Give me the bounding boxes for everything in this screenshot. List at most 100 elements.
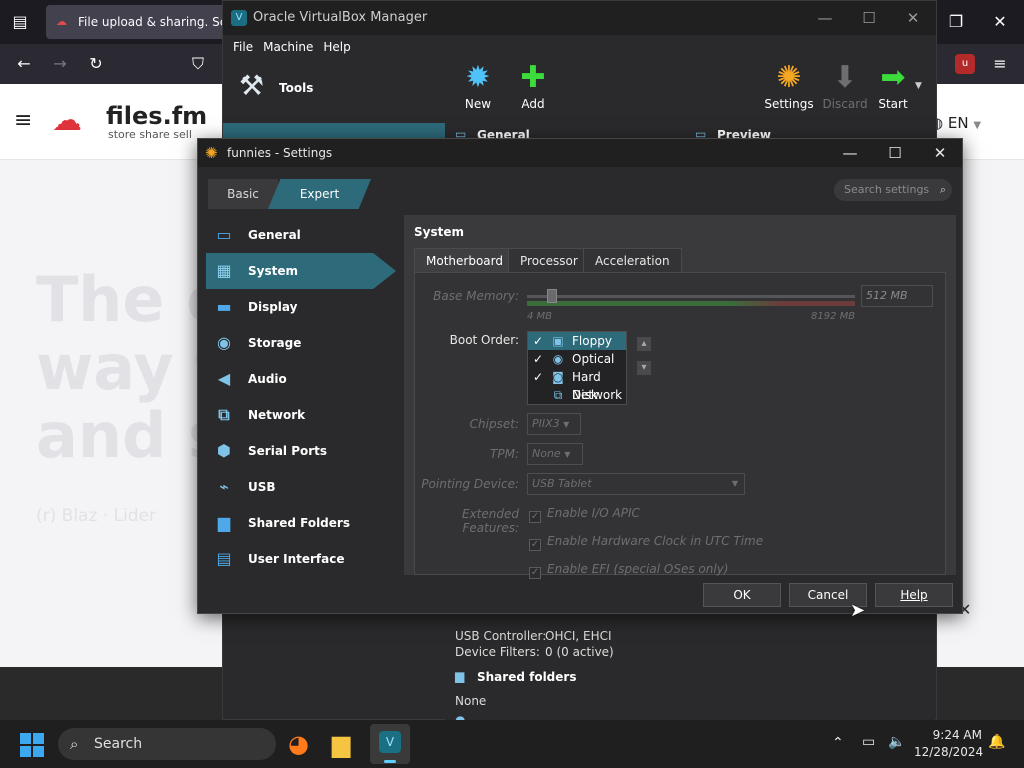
nav-display[interactable]: ▬ Display: [206, 289, 396, 325]
network-tray-icon[interactable]: ▭: [862, 734, 875, 750]
site-logo-text[interactable]: files.fm: [106, 102, 207, 130]
dialog-minimize-icon[interactable]: —: [830, 139, 870, 167]
mode-expert-button[interactable]: Expert: [268, 179, 371, 209]
utc-clock-checkbox[interactable]: ✓ Enable Hardware Clock in UTC Time: [529, 534, 763, 551]
nav-network[interactable]: ⧉ Network: [206, 397, 396, 433]
boot-order-label: Boot Order:: [449, 333, 519, 347]
menu-file[interactable]: File: [233, 37, 253, 57]
ioapic-checkbox[interactable]: ✓ Enable I/O APIC: [529, 506, 640, 523]
add-button[interactable]: ✚ Add: [505, 59, 561, 119]
boot-item-label: Floppy: [572, 334, 612, 348]
shared-folders-value: None: [455, 694, 487, 708]
move-up-icon[interactable]: ▴: [637, 337, 651, 351]
help-button[interactable]: Help: [875, 583, 953, 607]
ublock-icon[interactable]: u: [955, 54, 975, 74]
nav-shared-folders[interactable]: ▆ Shared Folders: [206, 505, 396, 541]
restore-icon[interactable]: ❐: [946, 12, 966, 32]
tab-motherboard[interactable]: Motherboard: [414, 248, 515, 272]
check-icon[interactable]: ✓: [531, 350, 545, 368]
clock-date[interactable]: 12/28/2024: [914, 745, 983, 759]
minimize-icon[interactable]: —: [805, 4, 845, 32]
chevron-down-icon: ▼: [973, 120, 982, 131]
start-button[interactable]: ➡ Start: [865, 59, 921, 119]
menu-help[interactable]: Help: [323, 37, 350, 57]
vbm-menu-bar: File Machine Help: [223, 35, 936, 57]
dialog-close-icon[interactable]: ✕: [920, 139, 960, 167]
menu-icon[interactable]: ≡: [990, 54, 1010, 74]
tab-acceleration[interactable]: Acceleration: [583, 248, 682, 272]
slider-handle[interactable]: [547, 289, 557, 303]
tpm-select[interactable]: None ▼: [527, 443, 583, 465]
back-icon[interactable]: ←: [14, 54, 34, 74]
vbm-tools-item[interactable]: ⚒ Tools: [223, 57, 445, 123]
boot-item-label: Network: [572, 388, 623, 402]
system-icon: ▦: [216, 261, 232, 280]
language-selector[interactable]: ◍ EN ▼: [930, 114, 981, 132]
mode-basic-button[interactable]: Basic: [208, 179, 278, 209]
base-memory-spinbox[interactable]: 512 MB: [861, 285, 933, 307]
boot-item-optical[interactable]: ✓ ◉ Optical: [528, 350, 626, 368]
start-dropdown-icon[interactable]: ▼: [915, 81, 922, 91]
storage-icon: ◉: [217, 333, 231, 352]
check-icon[interactable]: ✓: [531, 368, 545, 386]
nav-usb[interactable]: ⌁ USB: [206, 469, 396, 505]
tab-list-icon[interactable]: ▤: [10, 12, 30, 32]
discard-label: Discard: [822, 97, 868, 111]
volume-muted-icon[interactable]: 🔈: [888, 734, 905, 750]
settings-button[interactable]: ✺ Settings: [761, 59, 817, 119]
pointing-device-label: Pointing Device:: [421, 477, 519, 491]
hamburger-icon[interactable]: ≡: [14, 108, 32, 133]
shared-folders-header[interactable]: Shared folders: [477, 670, 576, 684]
nav-audio[interactable]: ◀ Audio: [206, 361, 396, 397]
reload-icon[interactable]: ↻: [86, 54, 106, 74]
tab-processor[interactable]: Processor: [508, 248, 590, 272]
language-label: EN: [947, 114, 969, 132]
boot-item-hard-disk[interactable]: ✓ ◙ Hard Disk: [528, 368, 626, 402]
close-icon[interactable]: ✕: [893, 4, 933, 32]
nav-storage[interactable]: ◉ Storage: [206, 325, 396, 361]
boot-item-floppy[interactable]: ✓ ▣ Floppy: [528, 332, 626, 350]
start-icon[interactable]: [20, 733, 44, 757]
optical-icon: ◉: [552, 352, 564, 366]
base-memory-min: 4 MB: [527, 311, 553, 322]
virtualbox-taskbar-button[interactable]: V: [370, 724, 410, 764]
maximize-icon[interactable]: ☐: [849, 4, 889, 32]
notification-bell-icon[interactable]: 🔔: [988, 734, 1005, 750]
search-settings-input[interactable]: Search settings ⌕: [834, 179, 952, 201]
dialog-maximize-icon[interactable]: ☐: [875, 139, 915, 167]
forward-icon[interactable]: →: [50, 54, 70, 74]
move-down-icon[interactable]: ▾: [637, 361, 651, 375]
firefox-icon[interactable]: ◕: [288, 730, 309, 758]
close-icon[interactable]: ✕: [990, 12, 1010, 32]
start-icon: ➡: [880, 60, 906, 95]
ok-button[interactable]: OK: [703, 583, 781, 607]
nav-label: Network: [248, 408, 306, 422]
boot-order-list[interactable]: ✓ ▣ Floppy ✓ ◉ Optical ✓ ◙ Hard Disk ⧉ Network: [527, 331, 627, 405]
pointing-device-select[interactable]: USB Tablet ▼: [527, 473, 745, 495]
tray-overflow-icon[interactable]: ⌃: [832, 735, 844, 751]
efi-checkbox[interactable]: ✓ Enable EFI (special OSes only): [529, 562, 728, 579]
nav-system[interactable]: ▦ System: [206, 253, 396, 289]
clock-time[interactable]: 9:24 AM: [918, 728, 982, 742]
nav-serial-ports[interactable]: ⬢ Serial Ports: [206, 433, 396, 469]
taskbar-search-box[interactable]: ⌕ Search: [58, 728, 276, 760]
shield-icon[interactable]: ⛉: [188, 54, 208, 74]
check-icon[interactable]: ✓: [531, 332, 545, 350]
chipset-select[interactable]: PIIX3 ▼: [527, 413, 581, 435]
new-button[interactable]: ✹ New: [450, 59, 506, 119]
menu-machine[interactable]: Machine: [263, 37, 313, 57]
base-memory-slider[interactable]: [527, 295, 855, 298]
browser-tab[interactable]: ☁ File upload & sharing. Send: [46, 5, 226, 39]
boot-item-network[interactable]: ⧉ Network: [528, 386, 626, 404]
ioapic-label: Enable I/O APIC: [547, 506, 640, 520]
mouse-cursor-icon: ➤: [850, 600, 866, 621]
dialog-title-bar: ✺ funnies - Settings — ☐ ✕: [198, 139, 962, 167]
nav-general[interactable]: ▭ General: [206, 217, 396, 253]
active-indicator: [384, 760, 396, 763]
virtualbox-icon: V: [379, 731, 401, 753]
network-icon: ⧉: [218, 405, 230, 424]
nav-user-interface[interactable]: ▤ User Interface: [206, 541, 396, 577]
favicon-icon: ☁: [56, 15, 67, 28]
add-icon: ✚: [520, 60, 546, 95]
file-explorer-icon[interactable]: ▆: [332, 730, 350, 758]
